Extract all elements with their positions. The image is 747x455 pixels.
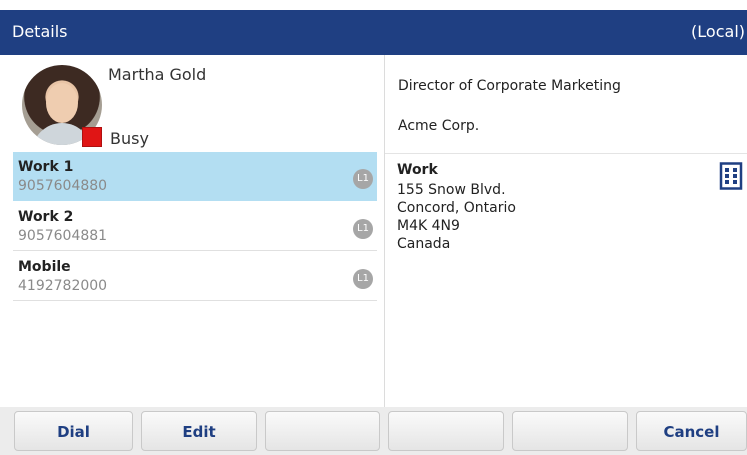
number-label: Work 1 xyxy=(18,159,74,175)
company-name: Acme Corp. xyxy=(398,118,480,134)
address-line: Canada xyxy=(397,236,451,252)
line-badge-icon: L1 xyxy=(353,169,373,189)
softkey-bar: Dial Edit Cancel xyxy=(0,407,747,455)
presence-busy-icon xyxy=(82,127,102,147)
details-panel: Director of Corporate Marketing Acme Cor… xyxy=(385,55,747,407)
page-title: Details xyxy=(12,22,68,41)
top-margin xyxy=(0,0,747,10)
line-badge-icon: L1 xyxy=(353,219,373,239)
number-row-work-1[interactable]: Work 1 9057604880 L1 xyxy=(13,152,377,201)
softkey-4[interactable] xyxy=(388,411,504,451)
building-icon xyxy=(719,162,743,190)
number-label: Work 2 xyxy=(18,209,74,225)
presence-status: Busy xyxy=(110,129,149,148)
phone-number: 9057604881 xyxy=(18,228,108,244)
number-row-mobile[interactable]: Mobile 4192782000 L1 xyxy=(13,252,377,301)
address-line: M4K 4N9 xyxy=(397,218,460,234)
phone-number: 9057604880 xyxy=(18,178,108,194)
address-label: Work xyxy=(397,162,438,178)
contact-panel: Martha Gold Busy Work 1 9057604880 L1 Wo… xyxy=(13,55,384,407)
line-badge-icon: L1 xyxy=(353,269,373,289)
number-label: Mobile xyxy=(18,259,71,275)
job-title: Director of Corporate Marketing xyxy=(398,78,621,94)
title-bar: Details (Local) xyxy=(0,10,747,55)
divider xyxy=(385,153,747,154)
edit-button[interactable]: Edit xyxy=(141,411,257,451)
address-line: Concord, Ontario xyxy=(397,200,516,216)
cancel-button[interactable]: Cancel xyxy=(636,411,747,451)
softkey-3[interactable] xyxy=(265,411,380,451)
address-line: 155 Snow Blvd. xyxy=(397,182,506,198)
contact-name: Martha Gold xyxy=(108,65,207,84)
phone-number: 4192782000 xyxy=(18,278,108,294)
number-row-work-2[interactable]: Work 2 9057604881 L1 xyxy=(13,202,377,251)
phone-screen: Details (Local) Martha Gold Busy Work 1 … xyxy=(0,0,747,455)
dial-button[interactable]: Dial xyxy=(14,411,133,451)
softkey-5[interactable] xyxy=(512,411,628,451)
directory-mode: (Local) xyxy=(691,22,745,41)
